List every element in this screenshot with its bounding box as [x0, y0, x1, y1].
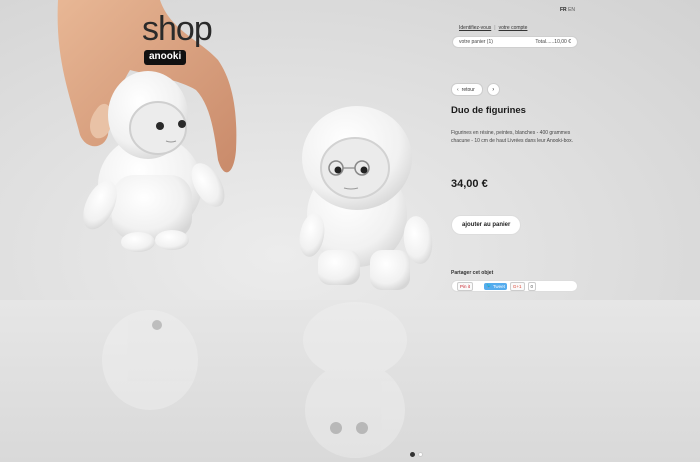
account-separator: |: [494, 25, 496, 31]
chevron-right-icon: ›: [492, 86, 495, 93]
product-price: 34,00 €: [451, 178, 488, 190]
right-figure: [299, 106, 433, 290]
product-photo: [57, 0, 433, 458]
gplus-button[interactable]: G+1: [509, 281, 525, 291]
logo-badge: anooki: [144, 50, 187, 65]
lang-en[interactable]: EN: [568, 7, 575, 13]
gplus-count: 0: [527, 281, 537, 291]
login-link[interactable]: Identifiez-vous: [459, 25, 491, 31]
account-link[interactable]: votre compte: [499, 25, 528, 31]
add-to-cart-button[interactable]: ajouter au panier: [451, 215, 522, 235]
tweet-label: Tweet: [492, 283, 505, 289]
lang-fr[interactable]: FR: [560, 7, 567, 13]
back-button[interactable]: ‹ retour: [451, 83, 483, 96]
back-label: retour: [461, 86, 475, 93]
twitter-icon: 🐦: [486, 283, 493, 288]
figure-reflections: [102, 302, 407, 458]
carousel-dot-2[interactable]: [418, 452, 423, 457]
logo-word: shop: [142, 10, 213, 48]
share-bar: Pin it 🐦 Tweet G+1 0: [451, 280, 578, 292]
next-button[interactable]: ›: [486, 83, 500, 96]
cart-label: votre panier (1): [459, 39, 493, 45]
chevron-left-icon: ‹: [457, 86, 459, 93]
account-links: Identifiez-vous | votre compte: [459, 25, 527, 31]
cart-summary[interactable]: votre panier (1) Total......10,00 €: [452, 36, 578, 48]
carousel-dots: [410, 452, 423, 457]
cart-total: Total......10,00 €: [535, 39, 571, 45]
product-nav: ‹ retour ›: [451, 83, 500, 96]
pinterest-button[interactable]: Pin it: [457, 281, 474, 291]
product-title: Duo de figurines: [451, 105, 526, 116]
shop-logo[interactable]: shop anooki: [142, 10, 213, 65]
share-label: Partager cet objet: [451, 270, 494, 276]
language-switch: FR EN: [560, 7, 575, 13]
tweet-button[interactable]: 🐦 Tweet: [484, 282, 507, 290]
carousel-dot-1[interactable]: [410, 452, 415, 457]
product-description: Figurines en résine, peintes, blanches -…: [451, 130, 574, 144]
